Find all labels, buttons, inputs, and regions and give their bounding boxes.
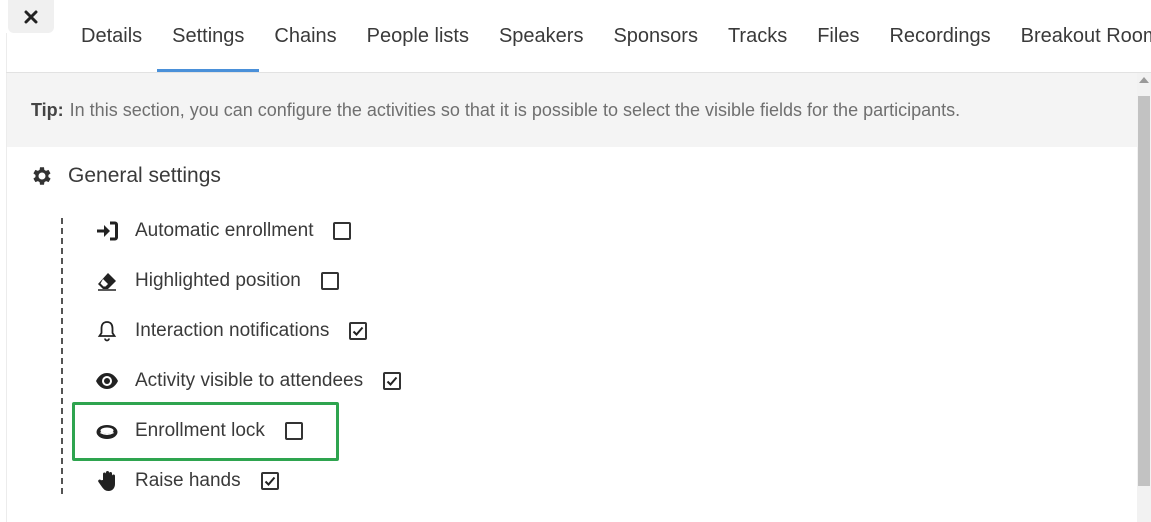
- tab-sponsors[interactable]: Sponsors: [598, 0, 713, 72]
- tab-breakout-rooms[interactable]: Breakout Rooms: [1006, 0, 1151, 72]
- tab-recordings[interactable]: Recordings: [874, 0, 1005, 72]
- enrollment-lock-highlight: [72, 402, 339, 461]
- section-general-settings: General settings: [30, 164, 221, 188]
- tab-settings[interactable]: Settings: [157, 0, 260, 72]
- setting-raise-hands: Raise hands: [95, 466, 279, 496]
- setting-interaction-notifications: Interaction notifications: [95, 316, 368, 346]
- tip-banner: Tip: In this section, you can configure …: [7, 73, 1137, 147]
- highlighted-position-checkbox[interactable]: [320, 272, 339, 290]
- setting-label: Raise hands: [135, 470, 241, 491]
- setting-highlighted-position: Highlighted position: [95, 266, 339, 296]
- scroll-up-arrow-icon[interactable]: [1139, 77, 1149, 83]
- sign-in-icon: [95, 219, 119, 243]
- eraser-icon: [95, 269, 119, 293]
- close-icon: [24, 10, 38, 23]
- activity-visible-checkbox[interactable]: [383, 372, 402, 390]
- raise-hands-checkbox[interactable]: [260, 472, 279, 490]
- gear-icon: [33, 167, 51, 185]
- hand-icon: [95, 469, 119, 493]
- interaction-notifications-checkbox[interactable]: [349, 322, 368, 340]
- tip-label: Tip:: [31, 99, 64, 120]
- tab-chains[interactable]: Chains: [259, 0, 351, 72]
- scrollbar-thumb[interactable]: [1138, 96, 1150, 486]
- tab-people-lists[interactable]: People lists: [352, 0, 484, 72]
- automatic-enrollment-checkbox[interactable]: [333, 222, 352, 240]
- tree-connector: [61, 218, 63, 494]
- check-icon: [264, 476, 275, 486]
- close-button[interactable]: [8, 0, 54, 33]
- setting-label: Automatic enrollment: [135, 220, 314, 241]
- section-title: General settings: [68, 164, 221, 187]
- setting-automatic-enrollment: Automatic enrollment: [95, 216, 352, 246]
- tab-tracks[interactable]: Tracks: [713, 0, 802, 72]
- check-icon: [386, 376, 398, 386]
- tab-speakers[interactable]: Speakers: [484, 0, 599, 72]
- setting-label: Highlighted position: [135, 270, 301, 291]
- eye-icon: [95, 369, 119, 393]
- setting-activity-visible: Activity visible to attendees: [95, 366, 402, 396]
- setting-label: Activity visible to attendees: [135, 370, 364, 391]
- tab-details[interactable]: Details: [66, 0, 157, 72]
- bell-icon: [95, 319, 119, 343]
- tab-files[interactable]: Files: [802, 0, 874, 72]
- tab-bar: Details Settings Chains People lists Spe…: [66, 0, 1151, 72]
- tip-text: In this section, you can configure the a…: [69, 99, 961, 120]
- check-icon: [353, 326, 364, 336]
- setting-label: Interaction notifications: [135, 320, 330, 341]
